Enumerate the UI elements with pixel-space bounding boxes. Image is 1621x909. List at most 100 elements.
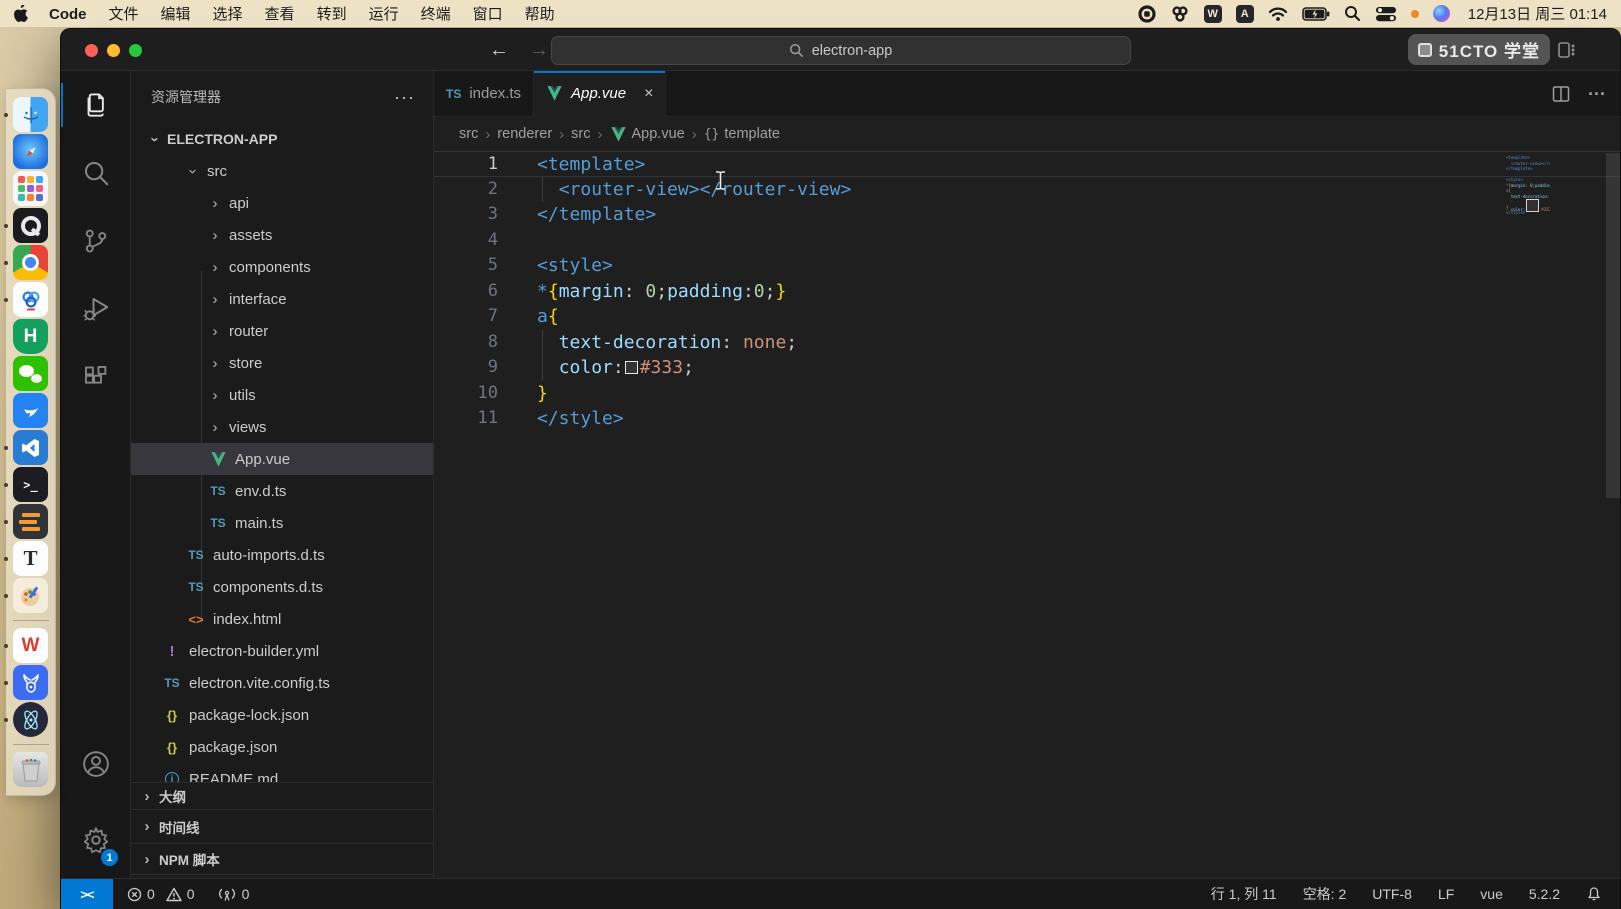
dock-item-chrome[interactable] <box>13 245 48 280</box>
more-actions-icon[interactable]: ··· <box>1588 84 1606 105</box>
close-icon[interactable]: × <box>644 85 653 103</box>
tree-item-interface[interactable]: ›interface <box>131 283 433 315</box>
menu-item-3[interactable]: 选择 <box>202 6 254 23</box>
tab-App-vue[interactable]: App.vue× <box>534 71 666 117</box>
status-language-mode[interactable]: vue <box>1480 886 1503 902</box>
dock-item-dingtalk[interactable] <box>13 393 48 428</box>
tree-item-main.ts[interactable]: TSmain.ts <box>131 507 433 539</box>
breadcrumb-item-src[interactable]: src <box>571 126 590 142</box>
wps-tray-icon[interactable]: W <box>1204 5 1222 23</box>
remote-indicator[interactable]: >< <box>61 879 113 909</box>
menu-app[interactable]: Code <box>38 6 98 23</box>
tree-item-App.vue[interactable]: App.vue <box>131 443 433 475</box>
control-center-icon[interactable] <box>1375 5 1397 23</box>
customize-layout-icon[interactable] <box>1558 41 1576 59</box>
section-npm-scripts[interactable]: ›NPM 脚本 <box>131 843 433 875</box>
tree-item-electron-builder.yml[interactable]: !electron-builder.yml <box>131 635 433 667</box>
code-line-3[interactable]: 3</template> <box>434 202 1620 228</box>
tree-item-store[interactable]: ›store <box>131 347 433 379</box>
tree-item-components.d.ts[interactable]: TScomponents.d.ts <box>131 571 433 603</box>
status-eol[interactable]: LF <box>1438 886 1454 902</box>
breadcrumb-item-src[interactable]: src <box>459 126 478 142</box>
menu-item-4[interactable]: 查看 <box>254 6 306 23</box>
dock-item-deer-app[interactable] <box>13 665 48 700</box>
zoom-window-button[interactable] <box>129 44 142 57</box>
dock-item-electron-app[interactable] <box>13 702 48 737</box>
navigate-back-button[interactable]: ← <box>489 39 509 62</box>
code-line-8[interactable]: 8 text-decoration: none; <box>434 330 1620 356</box>
menu-item-6[interactable]: 运行 <box>358 6 410 23</box>
minimap[interactable]: 1<template>2 <router-view></router-view>… <box>1506 155 1550 216</box>
launchpad-icon[interactable] <box>13 171 48 206</box>
record-icon[interactable] <box>1138 5 1156 23</box>
tree-item-package-lock.json[interactable]: {}package-lock.json <box>131 699 433 731</box>
menu-bar-clock[interactable]: 12月13日 周三 01:14 <box>1468 3 1607 24</box>
dock-item-circles-app[interactable] <box>13 282 48 317</box>
activity-source-control-icon[interactable] <box>61 207 130 275</box>
trash-icon[interactable] <box>13 752 48 787</box>
menu-item-7[interactable]: 终端 <box>410 6 462 23</box>
breadcrumb-item-renderer[interactable]: renderer <box>497 126 552 142</box>
tree-root-electron-app[interactable]: › ELECTRON-APP <box>131 123 433 155</box>
hbuilderx-icon[interactable]: H <box>13 319 48 354</box>
wechat-icon[interactable] <box>13 356 48 391</box>
tree-item-views[interactable]: ›views <box>131 411 433 443</box>
tree-item-api[interactable]: ›api <box>131 187 433 219</box>
status-vue-version[interactable]: 5.2.2 <box>1529 886 1560 902</box>
code-line-4[interactable]: 4 <box>434 228 1620 254</box>
code-editor[interactable]: 1<template>2 <router-view></router-view>… <box>434 151 1620 878</box>
activity-search-icon[interactable] <box>61 139 130 207</box>
dock-item-paint-app[interactable] <box>13 578 48 613</box>
vscode-icon[interactable] <box>13 430 48 465</box>
tab-index-ts[interactable]: TSindex.ts <box>434 71 534 116</box>
cluster-icon[interactable] <box>1170 5 1190 23</box>
code-line-2[interactable]: 2 <router-view></router-view> <box>434 177 1620 203</box>
wifi-icon[interactable] <box>1268 5 1288 23</box>
tree-item-components[interactable]: ›components <box>131 251 433 283</box>
code-line-9[interactable]: 9 color:#333; <box>434 355 1620 381</box>
status-cursor-position[interactable]: 行 1, 列 11 <box>1211 884 1277 904</box>
activity-explorer-icon[interactable] <box>61 71 130 139</box>
code-line-1[interactable]: 1<template> <box>434 151 1620 177</box>
finder-icon[interactable] <box>13 97 48 132</box>
apple-menu-icon[interactable] <box>14 5 28 22</box>
dock-item-terminal[interactable]: >_ <box>13 467 48 502</box>
code-line-7[interactable]: 7a{ <box>434 304 1620 330</box>
input-method-icon[interactable]: A <box>1236 5 1254 23</box>
editor-scrollbar[interactable] <box>1606 153 1620 498</box>
section-timeline[interactable]: ›时间线 <box>131 809 433 843</box>
dock-item-vscode[interactable] <box>13 430 48 465</box>
activity-run-debug-icon[interactable] <box>61 275 130 343</box>
activity-accounts-icon[interactable] <box>61 726 130 802</box>
status-indentation[interactable]: 空格: 2 <box>1303 884 1347 904</box>
navigate-forward-button[interactable]: → <box>529 39 549 62</box>
menu-item-9[interactable]: 帮助 <box>514 6 566 23</box>
section-outline[interactable]: ›大纲 <box>131 782 433 809</box>
terminal-icon[interactable]: >_ <box>13 467 48 502</box>
breadcrumb-item-App.vue[interactable]: App.vue <box>610 126 685 142</box>
deer-app-icon[interactable] <box>13 665 48 700</box>
dock-item-finder[interactable] <box>13 97 48 132</box>
menu-item-2[interactable]: 编辑 <box>150 6 202 23</box>
dingtalk-icon[interactable] <box>13 393 48 428</box>
dock-item-wechat[interactable] <box>13 356 48 391</box>
battery-icon[interactable] <box>1302 5 1330 23</box>
tree-item-package.json[interactable]: {}package.json <box>131 731 433 763</box>
activity-extensions-icon[interactable] <box>61 343 130 411</box>
code-line-5[interactable]: 5<style> <box>434 253 1620 279</box>
code-line-11[interactable]: 11</style> <box>434 406 1620 432</box>
chrome-icon[interactable] <box>13 245 48 280</box>
menu-item-1[interactable]: 文件 <box>98 6 150 23</box>
tree-item-auto-imports.d.ts[interactable]: TSauto-imports.d.ts <box>131 539 433 571</box>
dock-item-sublime-text[interactable] <box>13 504 48 539</box>
breadcrumb-item-template[interactable]: {}template <box>704 126 780 142</box>
dock-item-wps-office[interactable]: W <box>13 628 48 663</box>
tree-item-index.html[interactable]: <>index.html <box>131 603 433 635</box>
wps-office-icon[interactable]: W <box>13 628 48 663</box>
menu-item-8[interactable]: 窗口 <box>462 6 514 23</box>
dock-item-textedit[interactable]: T <box>13 541 48 576</box>
status-encoding[interactable]: UTF-8 <box>1372 886 1412 902</box>
code-line-10[interactable]: 10} <box>434 381 1620 407</box>
dock-item-trash[interactable] <box>13 752 48 787</box>
explorer-more-actions-button[interactable]: ··· <box>394 87 415 108</box>
